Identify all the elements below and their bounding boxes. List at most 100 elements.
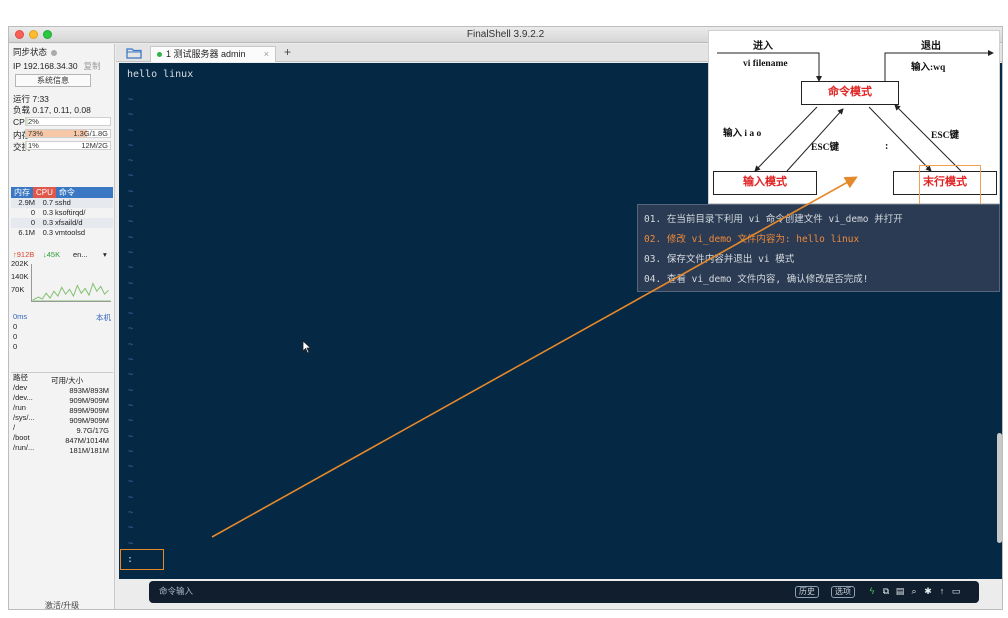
- history-button[interactable]: 历史: [795, 586, 819, 598]
- command-input-field[interactable]: 命令输入: [159, 585, 193, 597]
- folder-icon[interactable]: [126, 47, 142, 59]
- table-row[interactable]: 6.1M 0.3 vmtoolsd: [11, 228, 113, 238]
- insert-mode-box: 输入模式: [713, 171, 817, 195]
- network-monitor: ↑912B ↓45K en... ▾ 202K 140K 70K: [11, 250, 113, 306]
- chevron-down-icon[interactable]: ▾: [103, 250, 107, 259]
- vi-mode-diagram: 进入 vi filename 退出 输入:wq 命令模式 输入 i a o ES…: [708, 30, 1000, 205]
- disk-path: /run/...: [13, 443, 35, 452]
- mouse-pointer-icon: [302, 340, 312, 354]
- lightning-icon[interactable]: ϟ: [867, 586, 877, 597]
- proc-cpu: 0.7: [42, 198, 53, 207]
- latency-value: 0ms: [13, 312, 28, 321]
- table-row[interactable]: /dev 893M/893M: [11, 383, 113, 395]
- net-download: ↓45K: [43, 250, 61, 259]
- swap-percent: 1%: [28, 141, 39, 150]
- paste-icon[interactable]: ▤: [895, 586, 905, 597]
- tab-label: 1 测试服务器 admin: [166, 49, 246, 59]
- swap-value: 12M/2G: [81, 141, 108, 150]
- table-row[interactable]: /run 899M/909M: [11, 403, 113, 415]
- search-icon[interactable]: ⌕: [909, 586, 919, 597]
- proc-cpu: 0.3: [42, 208, 53, 217]
- proc-mem: 2.9M: [18, 198, 35, 207]
- table-row[interactable]: 0 0.3 ksoftirqd/: [11, 208, 113, 218]
- sync-status: 同步状态: [13, 46, 58, 58]
- proc-mem: 0: [30, 208, 35, 217]
- proc-cmd: xfsaild/d: [55, 218, 83, 227]
- proc-cpu: 0.3: [42, 218, 53, 227]
- mem-percent: 73%: [28, 129, 44, 138]
- command-input-bar[interactable]: 命令输入 历史 选项 ϟ ⧉ ▤ ⌕ ✱ ↑ ▭: [149, 581, 979, 603]
- latency-host[interactable]: 本机: [96, 312, 111, 323]
- gear-icon[interactable]: ✱: [923, 586, 933, 597]
- disk-header: 路径 可用/大小: [11, 373, 113, 385]
- cpu-meter: 2%: [25, 117, 111, 126]
- options-button[interactable]: 选项: [831, 586, 855, 598]
- proc-cmd: vmtoolsd: [55, 228, 86, 237]
- diagram-exit-command: 输入:wq: [911, 63, 946, 73]
- arrow-up-icon[interactable]: ↑: [937, 586, 947, 597]
- sync-status-label: 同步状态: [13, 47, 48, 57]
- disk-path: /dev: [13, 383, 28, 392]
- terminal-scrollbar[interactable]: [997, 433, 1002, 543]
- disk-size: 181M/181M: [69, 446, 109, 455]
- diagram-colon: :: [885, 141, 889, 152]
- diagram-esc-right: ESC键: [931, 131, 959, 141]
- proc-tab-cmd[interactable]: 命令: [56, 187, 78, 198]
- diagram-enter-label: 进入: [753, 41, 773, 52]
- copy-ip-button[interactable]: 复制: [84, 61, 101, 71]
- table-row[interactable]: 2.9M 0.7 sshd: [11, 198, 113, 208]
- disk-header-path: 路径: [13, 373, 28, 382]
- terminal-line: hello linux: [127, 69, 194, 80]
- table-row[interactable]: /sys/... 909M/909M: [11, 413, 113, 425]
- disk-path: /dev...: [13, 393, 33, 402]
- proc-cpu: 0.3: [42, 228, 53, 237]
- latency-monitor: 0ms 本机 0 0 0: [11, 312, 113, 362]
- system-info-button[interactable]: 系统信息: [15, 74, 91, 87]
- copy-icon[interactable]: ⧉: [881, 586, 891, 597]
- activate-upgrade-link[interactable]: 激活/升级: [9, 600, 115, 609]
- disk-table: 路径 可用/大小 /dev 893M/893M /dev... 909M/909M /…: [11, 372, 113, 455]
- task-item: 01. 在当前目录下利用 vi 命令创建文件 vi_demo 并打开: [644, 214, 903, 225]
- task-item: 03. 保存文件内容并退出 vi 模式: [644, 254, 795, 265]
- net-interface-select[interactable]: en...: [73, 250, 88, 259]
- net-tick: 202K: [11, 259, 29, 268]
- latency-tick: 0: [13, 322, 18, 331]
- table-row[interactable]: /9.7G/17G: [11, 423, 113, 435]
- mem-value: 1.3G/1.8G: [73, 129, 108, 138]
- mem-meter: 73% 1.3G/1.8G: [25, 129, 111, 138]
- proc-tab-cpu[interactable]: CPU: [33, 187, 56, 198]
- diagram-insert-keys: 输入 i a o: [723, 129, 762, 139]
- network-graph: [31, 264, 111, 302]
- load-average: 负载 0.17, 0.11, 0.08: [13, 105, 91, 115]
- task-item: 04. 查看 vi_demo 文件内容, 确认修改是否完成!: [644, 274, 869, 285]
- diagram-enter-command: vi filename: [743, 59, 788, 69]
- table-row[interactable]: /boot 847M/1014M: [11, 433, 113, 445]
- table-row[interactable]: /dev... 909M/909M: [11, 393, 113, 405]
- connected-status-dot: [157, 52, 162, 58]
- diagram-esc-left: ESC键: [811, 143, 839, 153]
- table-row[interactable]: 0 0.3 xfsaild/d: [11, 218, 113, 228]
- process-table: 2.9M 0.7 sshd 0 0.3 ksoftirqd/ 0 0.3 xfsaild/d…: [11, 198, 113, 238]
- disk-path: /sys/...: [13, 413, 35, 422]
- proc-tab-mem[interactable]: 内存: [11, 187, 33, 198]
- command-mode-box: 命令模式: [801, 81, 899, 105]
- net-upload: ↑912B: [13, 250, 35, 259]
- close-icon[interactable]: ×: [264, 47, 269, 61]
- disk-path: /: [13, 423, 16, 432]
- task-item-current: 02. 修改 vi_demo 文件内容为: hello linux: [644, 234, 860, 245]
- table-row[interactable]: /run/... 181M/181M: [11, 443, 113, 455]
- disk-path: /boot: [13, 433, 30, 442]
- proc-mem: 0: [30, 218, 35, 227]
- new-tab-button[interactable]: +: [284, 45, 291, 59]
- latency-tick: 0: [13, 342, 18, 351]
- lastline-mode-highlight: [919, 165, 981, 205]
- task-list-panel: 01. 在当前目录下利用 vi 命令创建文件 vi_demo 并打开 02. 修…: [637, 204, 1000, 292]
- swap-meter: 1% 12M/2G: [25, 141, 111, 150]
- tab-session-1[interactable]: 1 测试服务器 admin ×: [150, 46, 276, 62]
- sync-status-dot: [51, 49, 58, 56]
- cpu-value: 2%: [28, 117, 39, 126]
- window-icon[interactable]: ▭: [951, 586, 961, 597]
- swap-meter-fill: [26, 142, 27, 149]
- net-tick: 140K: [11, 272, 29, 281]
- diagram-exit-label: 退出: [921, 41, 941, 52]
